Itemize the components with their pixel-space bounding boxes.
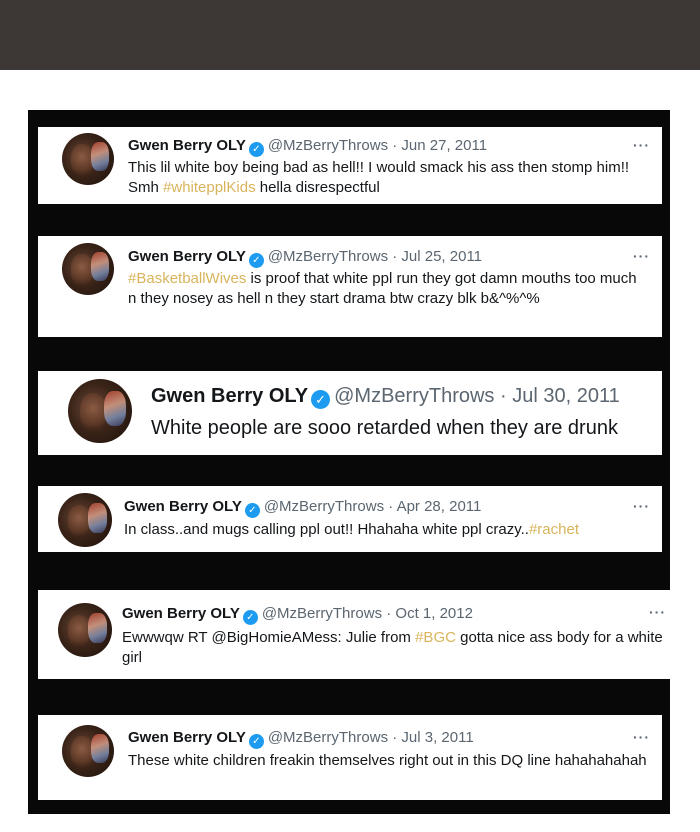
author-handle[interactable]: @MzBerryThrows (264, 498, 384, 515)
tweet-text: Ewwwqw RT @BigHomieAMess: Julie from #BG… (122, 628, 667, 668)
verified-check-icon: ✓ (242, 610, 258, 625)
more-options-icon[interactable]: ··· (649, 604, 666, 620)
more-options-icon[interactable]: ··· (633, 248, 650, 264)
author-name[interactable]: Gwen Berry OLY (128, 729, 246, 746)
separator-dot: · (386, 605, 392, 622)
avatar[interactable] (58, 493, 112, 547)
author-handle[interactable]: @MzBerryThrows (268, 248, 388, 265)
text-segment: Ewwwqw RT @BigHomieAMess: Julie from (122, 629, 416, 646)
author-handle[interactable]: @MzBerryThrows (268, 137, 388, 154)
author-name[interactable]: Gwen Berry OLY (124, 498, 242, 515)
separator-dot: · (388, 498, 394, 515)
separator-dot: · (392, 729, 398, 746)
tweet-text: White people are sooo retarded when they… (151, 415, 661, 441)
author-name[interactable]: Gwen Berry OLY (151, 385, 308, 407)
tweet-date[interactable]: Jul 25, 2011 (401, 248, 482, 265)
tweet-text: In class..and mugs calling ppl out!! Hha… (124, 520, 654, 540)
more-options-icon[interactable]: ··· (633, 729, 650, 745)
author-handle[interactable]: @MzBerryThrows (262, 605, 382, 622)
text-segment: hella disrespectful (255, 178, 380, 196)
text-segment: In class..and mugs calling ppl out!! Hha… (124, 521, 529, 538)
tweet-card[interactable]: Gwen Berry OLY ✓ @MzBerryThrows · Jul 3, 2… (38, 715, 662, 800)
avatar[interactable] (62, 243, 114, 295)
tweet-date[interactable]: Oct 1, 2012 (395, 605, 473, 622)
text-segment: White people are sooo retarded when they… (151, 417, 618, 439)
verified-check-icon: ✓ (248, 253, 264, 268)
tweet-collage: Gwen Berry OLY ✓ @MzBerryThrows · Jun 27, … (28, 110, 670, 814)
author-name[interactable]: Gwen Berry OLY (128, 137, 246, 154)
text-segment: These white children freakin themselves … (128, 752, 647, 769)
avatar[interactable] (58, 603, 112, 657)
tweet-date[interactable]: Jun 27, 2011 (401, 137, 487, 154)
top-bar (0, 0, 700, 70)
tweet-date[interactable]: Jul 3, 2011 (401, 729, 473, 746)
avatar[interactable] (62, 725, 114, 777)
more-options-icon[interactable]: ··· (633, 137, 650, 153)
hashtag-link[interactable]: #rachet (529, 521, 579, 538)
tweet-text: These white children freakin themselves … (128, 751, 653, 771)
separator-dot: · (392, 137, 398, 154)
tweet-card[interactable]: Gwen Berry OLY ✓ @MzBerryThrows · Jul 30, … (38, 371, 662, 455)
tweet-date[interactable]: Apr 28, 2011 (397, 498, 482, 515)
verified-check-icon: ✓ (244, 503, 260, 518)
avatar[interactable] (68, 379, 132, 443)
tweet-text: This lil white boy being bad as hell!! I… (128, 158, 653, 198)
tweet-date[interactable]: Jul 30, 2011 (512, 385, 620, 407)
hashtag-link[interactable]: #BGC (415, 629, 456, 646)
separator-dot: · (499, 385, 507, 407)
verified-check-icon: ✓ (248, 734, 264, 749)
author-handle[interactable]: @MzBerryThrows (268, 729, 388, 746)
tweet-card[interactable]: Gwen Berry OLY ✓ @MzBerryThrows · Apr 28, … (38, 486, 662, 552)
author-name[interactable]: Gwen Berry OLY (128, 248, 246, 265)
verified-check-icon: ✓ (248, 142, 264, 157)
hashtag-link[interactable]: #BasketballWives (128, 270, 246, 287)
tweet-card[interactable]: Gwen Berry OLY ✓ @MzBerryThrows · Jun 27, … (38, 127, 662, 204)
more-options-icon[interactable]: ··· (633, 498, 650, 514)
hashtag-link[interactable]: #whitepplKids (163, 179, 256, 196)
author-handle[interactable]: @MzBerryThrows (334, 385, 494, 407)
author-name[interactable]: Gwen Berry OLY (122, 605, 240, 622)
tweet-card[interactable]: Gwen Berry OLY ✓ @MzBerryThrows · Jul 25, … (38, 236, 662, 337)
verified-check-icon: ✓ (311, 390, 331, 409)
avatar[interactable] (62, 133, 114, 185)
tweet-card[interactable]: Gwen Berry OLY ✓ @MzBerryThrows · Oct 1, 2… (38, 590, 670, 679)
tweet-text: #BasketballWives is proof that white ppl… (128, 269, 648, 309)
separator-dot: · (392, 248, 398, 265)
